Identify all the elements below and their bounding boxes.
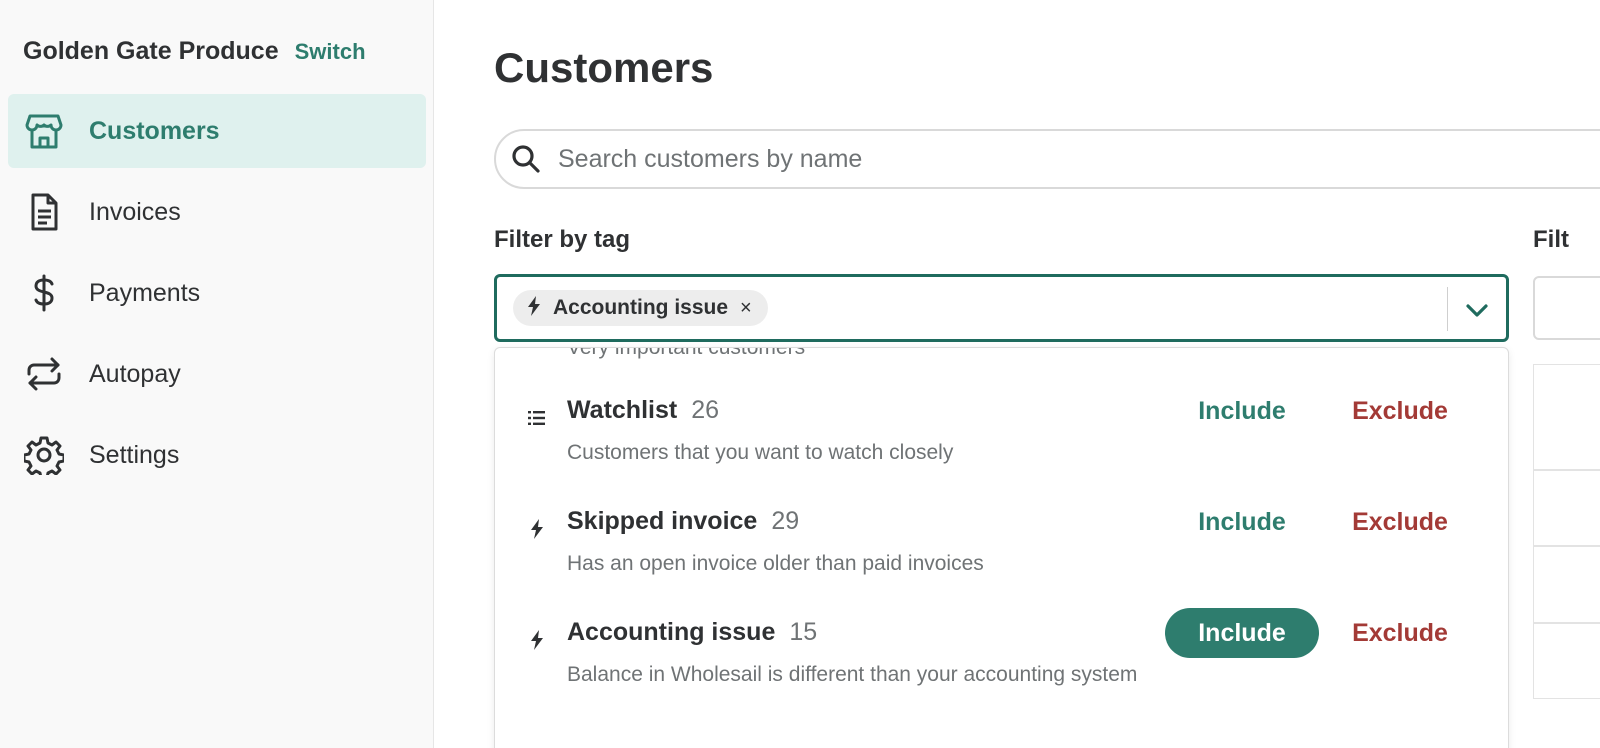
sidebar-item-label: Settings [89, 440, 180, 469]
org-header: Golden Gate Produce Switch [23, 37, 366, 66]
option-name: Skipped invoice [567, 507, 758, 535]
tag-filter-select[interactable]: Accounting issue × [494, 274, 1509, 342]
sidebar-item-label: Invoices [89, 197, 181, 226]
repeat-icon [24, 354, 64, 394]
select-divider [1447, 287, 1448, 331]
background-row [1533, 623, 1600, 699]
option-description: Customers that you want to watch closely [567, 441, 954, 464]
bolt-icon [527, 295, 541, 321]
filter-by-tag-label: Filter by tag [494, 226, 631, 253]
option-count: 26 [691, 396, 720, 424]
search-icon [510, 143, 542, 175]
sidebar-item-label: Payments [89, 278, 201, 307]
dollar-icon [24, 273, 64, 313]
page-title: Customers [494, 44, 714, 91]
bolt-icon [525, 628, 549, 652]
selected-tag-chip: Accounting issue × [513, 290, 768, 326]
option-name: Watchlist [567, 396, 678, 424]
option-description: Has an open invoice older than paid invo… [567, 552, 984, 575]
sidebar-item-label: Autopay [89, 359, 181, 388]
search-input[interactable] [556, 139, 1600, 179]
exclude-button[interactable]: Exclude [1325, 497, 1475, 547]
filter-second-label: Filt [1533, 226, 1569, 253]
chevron-down-icon[interactable] [1460, 293, 1494, 327]
sidebar-item-label: Customers [89, 116, 220, 145]
exclude-button[interactable]: Exclude [1325, 386, 1475, 436]
chip-label: Accounting issue [553, 296, 729, 319]
option-count: 15 [789, 618, 818, 646]
sidebar-item-invoices[interactable]: Invoices [8, 175, 426, 249]
include-button[interactable]: Include [1165, 386, 1319, 436]
org-name: Golden Gate Produce [23, 37, 279, 65]
store-icon [24, 111, 64, 151]
search-box[interactable] [494, 129, 1600, 189]
include-button[interactable]: Include [1165, 497, 1319, 547]
second-filter-select[interactable] [1533, 276, 1600, 340]
include-button[interactable]: Include [1165, 608, 1319, 658]
background-row [1533, 470, 1600, 546]
option-title: Skipped invoice 29 [567, 507, 799, 536]
option-count: 29 [771, 507, 800, 535]
switch-org-link[interactable]: Switch [295, 39, 366, 65]
list-icon [525, 406, 549, 430]
option-description-partial: Very important customers [567, 347, 806, 359]
sidebar-item-payments[interactable]: Payments [8, 256, 426, 330]
sidebar-item-customers[interactable]: Customers [8, 94, 426, 168]
document-icon [24, 192, 64, 232]
option-title: Accounting issue 15 [567, 618, 817, 647]
background-row [1533, 546, 1600, 623]
background-row [1533, 364, 1600, 470]
chip-remove-icon[interactable]: × [740, 298, 752, 318]
option-name: Accounting issue [567, 618, 776, 646]
sidebar-item-settings[interactable]: Settings [8, 418, 426, 492]
sidebar: Golden Gate Produce Switch Customers Inv… [0, 0, 434, 748]
exclude-button[interactable]: Exclude [1325, 608, 1475, 658]
gear-icon [24, 435, 64, 475]
main-content: Customers Filter by tag Filt Accounting … [435, 0, 1600, 748]
option-title: Watchlist 26 [567, 396, 719, 425]
sidebar-item-autopay[interactable]: Autopay [8, 337, 426, 411]
tag-dropdown-menu: Very important customers Watchlist 26 Cu… [494, 347, 1509, 748]
option-description: Balance in Wholesail is different than y… [567, 663, 1138, 686]
bolt-icon [525, 517, 549, 541]
